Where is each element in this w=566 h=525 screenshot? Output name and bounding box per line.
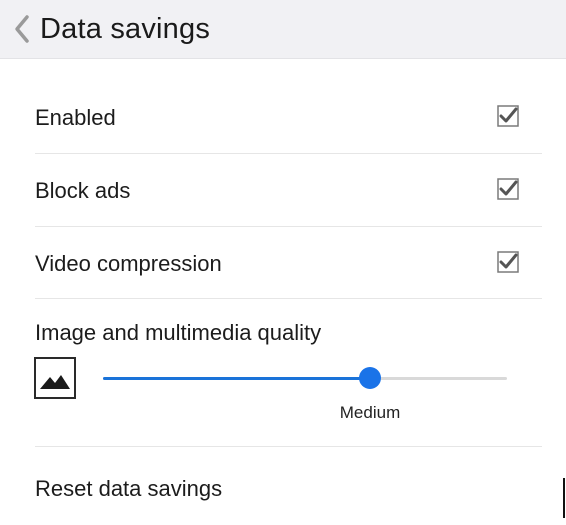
quality-label: Image and multimedia quality (35, 320, 322, 345)
setting-label-enabled: Enabled (35, 105, 116, 130)
slider-fill (103, 377, 370, 380)
mountain-icon (40, 375, 70, 389)
back-button[interactable] (4, 0, 40, 58)
checkbox-video-compression[interactable] (497, 251, 519, 273)
divider (35, 153, 542, 154)
divider (35, 226, 542, 227)
header-bar: Data savings (0, 0, 566, 59)
data-savings-screen: Data savings Enabled Block ads Video com… (0, 0, 566, 525)
quality-value-label: Medium (339, 403, 401, 422)
page-title: Data savings (40, 12, 211, 45)
edge-marker (563, 478, 565, 518)
slider-thumb[interactable] (359, 367, 381, 389)
setting-label-block-ads: Block ads (35, 178, 131, 203)
divider (35, 446, 542, 447)
checkbox-enabled[interactable] (497, 105, 519, 127)
checkbox-block-ads[interactable] (497, 178, 519, 200)
setting-label-video-compression: Video compression (35, 251, 222, 276)
quality-slider[interactable] (103, 367, 507, 389)
chevron-left-icon (15, 15, 29, 43)
reset-data-savings-row[interactable]: Reset data savings (0, 452, 566, 518)
setting-row-video-compression[interactable]: Video compression (0, 231, 566, 297)
setting-row-block-ads[interactable]: Block ads (0, 158, 566, 224)
setting-row-enabled[interactable]: Enabled (0, 85, 566, 151)
quality-setting: Image and multimedia quality Medium (0, 299, 566, 446)
image-icon (34, 357, 76, 399)
reset-data-savings-label: Reset data savings (35, 476, 223, 501)
